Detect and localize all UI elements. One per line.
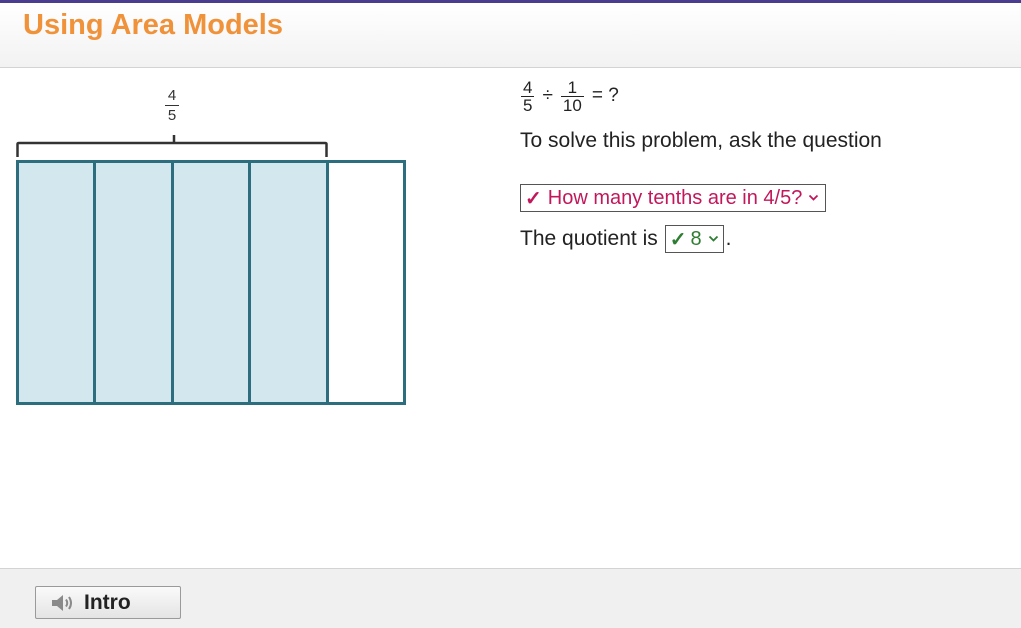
check-icon: ✓ — [669, 228, 687, 251]
question-dropdown[interactable]: ✓ How many tenths are in 4/5? — [520, 184, 827, 212]
division-equation: 4 5 ÷ 1 10 = ? — [521, 76, 627, 116]
question-dropdown-value: How many tenths are in 4/5? — [547, 186, 803, 209]
area-model-rectangle — [16, 160, 406, 405]
shaded-column — [19, 163, 97, 402]
check-icon: ✓ — [525, 187, 542, 210]
bracket — [16, 135, 328, 157]
quotient-row: The quotient is ✓ 8 . — [520, 225, 732, 253]
quotient-dropdown-value: 8 — [690, 227, 702, 250]
chevron-down-icon — [708, 235, 718, 242]
shaded-column — [173, 163, 252, 402]
shaded-column — [96, 163, 174, 402]
divisor-numerator: 1 — [567, 77, 578, 97]
divisor-fraction: 1 10 — [560, 77, 584, 115]
quotient-label: The quotient is — [520, 227, 658, 250]
header: Using Area Models — [0, 3, 1021, 68]
footer-bar: Intro — [0, 568, 1021, 628]
bracket-fraction-label: 4 5 — [163, 88, 181, 123]
equals-question: = ? — [591, 85, 619, 106]
quotient-dropdown[interactable]: ✓ 8 — [664, 225, 724, 253]
dividend-denominator: 5 — [521, 95, 535, 115]
divisor-denominator: 10 — [560, 95, 584, 115]
shaded-column — [251, 163, 329, 402]
bracket-fraction-numerator: 4 — [167, 87, 177, 104]
intro-button-label: Intro — [84, 590, 131, 614]
chevron-down-icon — [809, 194, 819, 201]
question-prompt: To solve this problem, ask the question — [520, 129, 882, 152]
bracket-fraction-denominator: 5 — [167, 107, 177, 124]
unshaded-column — [328, 163, 404, 402]
dividend-numerator: 4 — [523, 77, 533, 97]
dividend-fraction: 4 5 — [521, 77, 535, 115]
division-operator: ÷ — [542, 85, 553, 106]
page-title: Using Area Models — [23, 9, 283, 41]
speaker-icon — [52, 594, 72, 611]
intro-button[interactable]: Intro — [35, 586, 181, 619]
area-model-diagram: 4 5 — [0, 68, 440, 428]
fraction-bar — [165, 105, 179, 106]
sentence-period: . — [725, 227, 732, 250]
